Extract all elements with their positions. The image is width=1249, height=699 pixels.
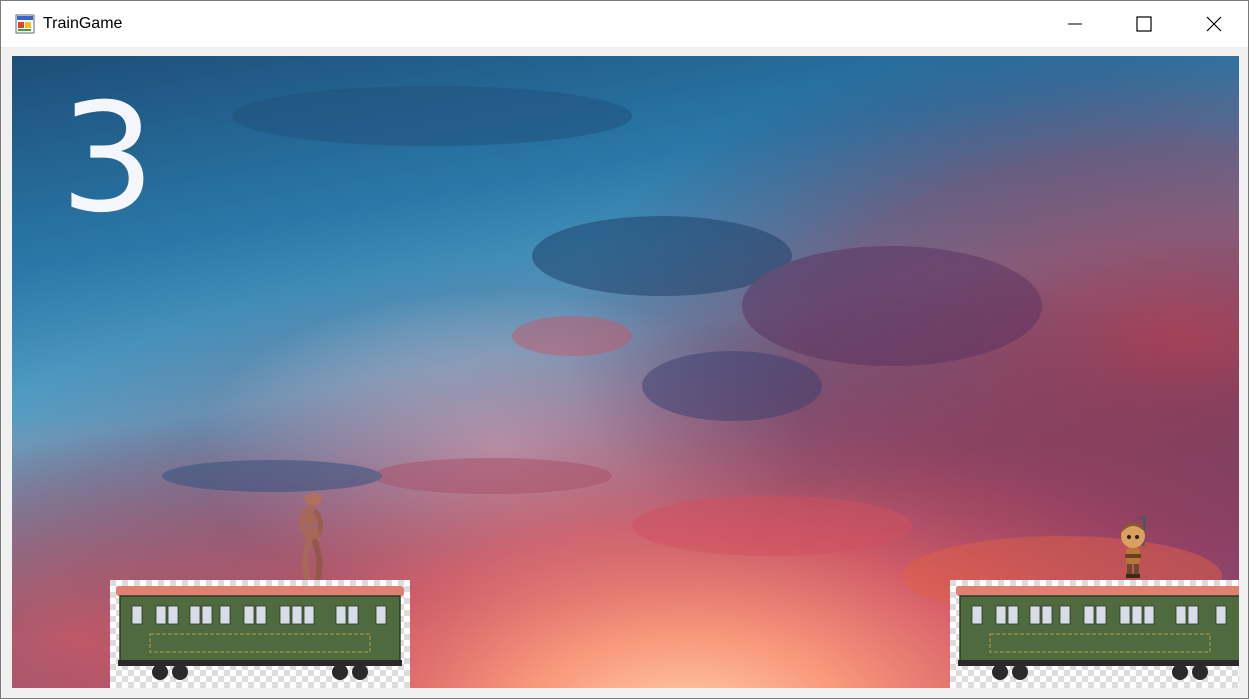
- window-title: TrainGame: [43, 15, 123, 32]
- mannequin-figure: [298, 493, 324, 582]
- right-train-car: [950, 580, 1239, 688]
- game-canvas[interactable]: 3: [12, 56, 1239, 688]
- app-icon: [15, 14, 35, 34]
- minimize-button[interactable]: [1040, 1, 1110, 47]
- maximize-button[interactable]: [1109, 1, 1179, 47]
- close-button[interactable]: [1179, 1, 1249, 47]
- title-bar[interactable]: TrainGame: [1, 1, 1248, 47]
- cartoon-hero-figure: [1121, 516, 1147, 578]
- maximize-icon: [1136, 16, 1152, 32]
- countdown-number: 3: [60, 72, 156, 246]
- minimize-icon: [1068, 23, 1082, 25]
- left-train-car: [110, 580, 410, 688]
- close-icon: [1206, 16, 1222, 32]
- game-window: TrainGame 3: [0, 0, 1249, 699]
